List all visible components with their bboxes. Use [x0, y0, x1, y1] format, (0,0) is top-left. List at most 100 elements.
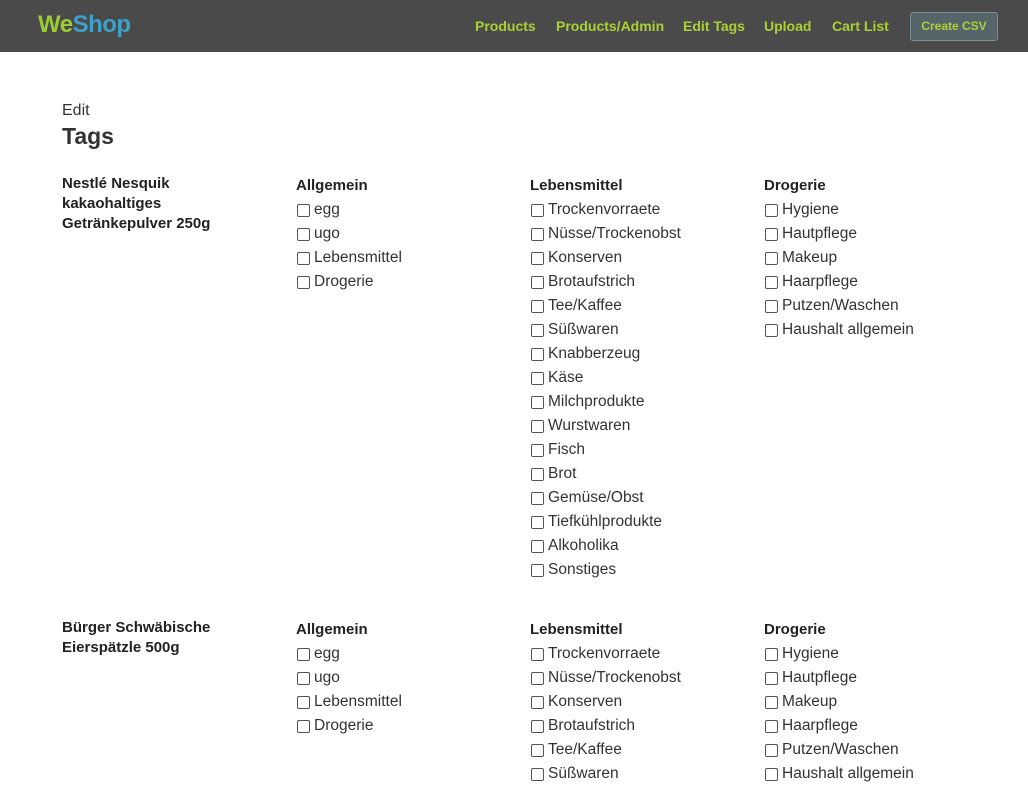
checkbox[interactable]	[531, 539, 544, 553]
tag-checkbox-item[interactable]: Brotaufstrich	[530, 714, 750, 738]
checkbox[interactable]	[531, 443, 544, 457]
checkbox[interactable]	[765, 695, 778, 709]
checkbox[interactable]	[531, 347, 544, 361]
checkbox[interactable]	[765, 719, 778, 733]
tag-checkbox-item[interactable]: Käse	[530, 366, 750, 390]
tag-checkbox-item[interactable]: Putzen/Waschen	[764, 738, 984, 762]
checkbox[interactable]	[765, 299, 778, 313]
tag-label: Drogerie	[314, 273, 374, 290]
tag-column-header: Drogerie	[764, 621, 826, 638]
tag-checkbox-item[interactable]: Tee/Kaffee	[530, 294, 750, 318]
tag-checkbox-item[interactable]: Knabberzeug	[530, 342, 750, 366]
tag-checkbox-item[interactable]: Drogerie	[296, 714, 516, 738]
checkbox[interactable]	[531, 767, 544, 781]
checkbox[interactable]	[297, 695, 310, 709]
checkbox[interactable]	[297, 203, 310, 217]
tag-checkbox-item[interactable]: Tee/Kaffee	[530, 738, 750, 762]
tag-checkbox-item[interactable]: Süßwaren	[530, 762, 750, 786]
tag-checkbox-item[interactable]: Haushalt allgemein	[764, 762, 984, 786]
tag-checkbox-item[interactable]: Haarpflege	[764, 270, 984, 294]
checkbox[interactable]	[297, 671, 310, 685]
checkbox[interactable]	[531, 203, 544, 217]
tag-checkbox-item[interactable]: Wurstwaren	[530, 414, 750, 438]
tag-checkbox-item[interactable]: ugo	[296, 666, 516, 690]
tag-label: Lebensmittel	[314, 249, 402, 266]
nav-link-products-admin[interactable]: Products/Admin	[556, 17, 664, 35]
checkbox[interactable]	[531, 275, 544, 289]
tag-checkbox-item[interactable]: Brot	[530, 462, 750, 486]
tag-checkbox-item[interactable]: Tiefkühlprodukte	[530, 510, 750, 534]
checkbox[interactable]	[765, 275, 778, 289]
tag-label: Alkoholika	[548, 537, 619, 554]
checkbox[interactable]	[531, 467, 544, 481]
tag-checkbox-item[interactable]: Sonstiges	[530, 558, 750, 582]
checkbox[interactable]	[531, 671, 544, 685]
tag-label: Putzen/Waschen	[782, 297, 899, 314]
tag-column: Lebensmittel Trockenvorraete Nüsse/Trocken…	[530, 620, 750, 786]
tag-label: Wurstwaren	[548, 417, 631, 434]
checkbox[interactable]	[765, 227, 778, 241]
tag-checkbox-item[interactable]: Alkoholika	[530, 534, 750, 558]
checkbox[interactable]	[297, 719, 310, 733]
checkbox[interactable]	[297, 227, 310, 241]
tag-checkbox-item[interactable]: Haarpflege	[764, 714, 984, 738]
tag-checkbox-item[interactable]: Hygiene	[764, 198, 984, 222]
tag-label: Milchprodukte	[548, 393, 645, 410]
tag-checkbox-item[interactable]: Makeup	[764, 246, 984, 270]
nav-link-products[interactable]: Products	[475, 17, 536, 35]
tag-checkbox-item[interactable]: Nüsse/Trockenobst	[530, 222, 750, 246]
tag-checkbox-item[interactable]: Konserven	[530, 246, 750, 270]
tag-checkbox-item[interactable]: Trockenvorraete	[530, 198, 750, 222]
checkbox[interactable]	[531, 491, 544, 505]
checkbox[interactable]	[765, 203, 778, 217]
tag-checkbox-item[interactable]: ugo	[296, 222, 516, 246]
nav-link-upload[interactable]: Upload	[764, 17, 811, 35]
tag-checkbox-item[interactable]: Süßwaren	[530, 318, 750, 342]
checkbox[interactable]	[531, 647, 544, 661]
checkbox[interactable]	[531, 515, 544, 529]
brand-logo[interactable]: WeShop	[38, 10, 131, 40]
checkbox[interactable]	[531, 719, 544, 733]
checkbox[interactable]	[531, 743, 544, 757]
checkbox[interactable]	[531, 371, 544, 385]
tag-checkbox-item[interactable]: Haushalt allgemein	[764, 318, 984, 342]
tag-checkbox-item[interactable]: egg	[296, 198, 516, 222]
checkbox[interactable]	[765, 323, 778, 337]
tag-checkbox-item[interactable]: Nüsse/Trockenobst	[530, 666, 750, 690]
nav-link-edit-tags[interactable]: Edit Tags	[683, 17, 745, 35]
checkbox[interactable]	[297, 251, 310, 265]
tag-checkbox-item[interactable]: Hautpflege	[764, 222, 984, 246]
tag-checkbox-item[interactable]: Makeup	[764, 690, 984, 714]
tag-checkbox-item[interactable]: Milchprodukte	[530, 390, 750, 414]
checkbox[interactable]	[765, 647, 778, 661]
checkbox[interactable]	[531, 299, 544, 313]
tag-label: Haarpflege	[782, 273, 858, 290]
tag-checkbox-item[interactable]: Lebensmittel	[296, 690, 516, 714]
create-csv-button[interactable]: Create CSV	[910, 12, 998, 41]
tag-checkbox-item[interactable]: Gemüse/Obst	[530, 486, 750, 510]
checkbox[interactable]	[297, 275, 310, 289]
checkbox[interactable]	[531, 695, 544, 709]
checkbox[interactable]	[297, 647, 310, 661]
tag-checkbox-item[interactable]: Hygiene	[764, 642, 984, 666]
tag-checkbox-item[interactable]: Trockenvorraete	[530, 642, 750, 666]
checkbox[interactable]	[765, 251, 778, 265]
checkbox[interactable]	[765, 743, 778, 757]
checkbox[interactable]	[531, 419, 544, 433]
checkbox[interactable]	[765, 671, 778, 685]
checkbox[interactable]	[531, 395, 544, 409]
checkbox[interactable]	[531, 227, 544, 241]
tag-checkbox-item[interactable]: Fisch	[530, 438, 750, 462]
tag-checkbox-item[interactable]: egg	[296, 642, 516, 666]
nav-link-cart-list[interactable]: Cart List	[832, 17, 889, 35]
tag-checkbox-item[interactable]: Konserven	[530, 690, 750, 714]
checkbox[interactable]	[531, 251, 544, 265]
checkbox[interactable]	[531, 563, 544, 577]
checkbox[interactable]	[531, 323, 544, 337]
tag-checkbox-item[interactable]: Brotaufstrich	[530, 270, 750, 294]
tag-checkbox-item[interactable]: Drogerie	[296, 270, 516, 294]
tag-checkbox-item[interactable]: Lebensmittel	[296, 246, 516, 270]
checkbox[interactable]	[765, 767, 778, 781]
tag-checkbox-item[interactable]: Putzen/Waschen	[764, 294, 984, 318]
tag-checkbox-item[interactable]: Hautpflege	[764, 666, 984, 690]
